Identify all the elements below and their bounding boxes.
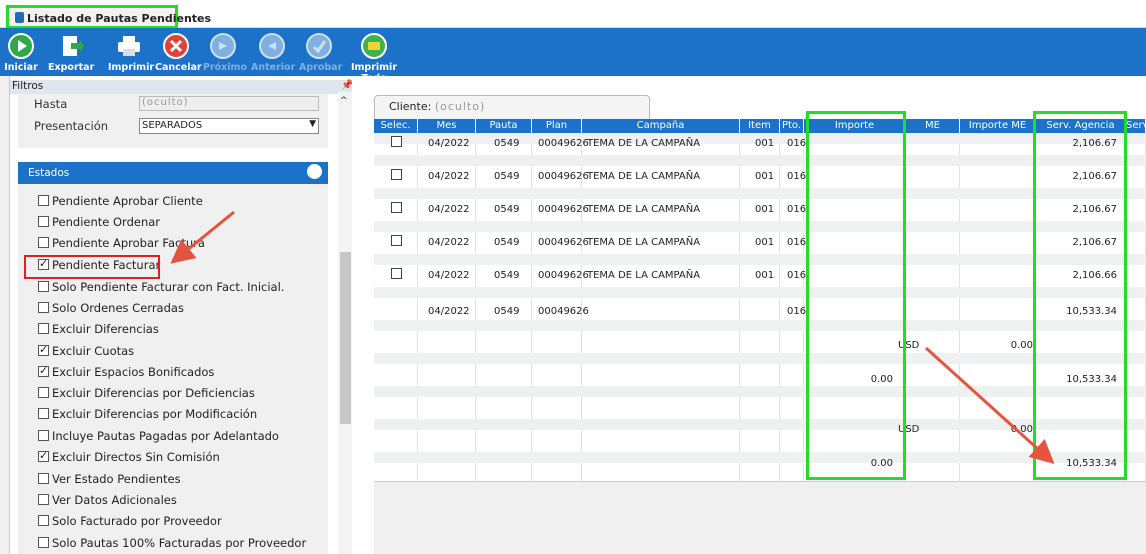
arrow-to-pendiente-facturar [170,210,235,264]
annotation-arrows [170,210,1055,465]
arrow-to-total [924,346,1055,465]
